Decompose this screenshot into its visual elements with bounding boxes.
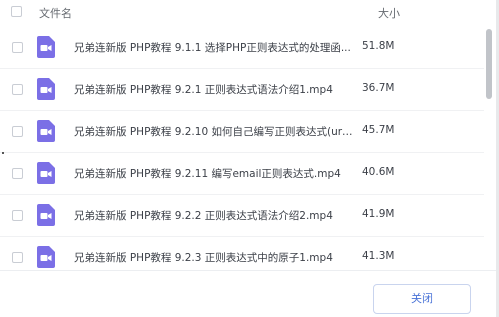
file-name: 兄弟连新版 PHP教程 9.2.3 正则表达式中的原子1.mp4 bbox=[74, 252, 333, 264]
file-row-checkbox[interactable] bbox=[12, 210, 23, 221]
file-row[interactable]: 兄弟连新版 PHP教程 9.2.1 正则表达式语法介绍1.mp4 36.7M bbox=[0, 70, 484, 111]
list-header: 文件名 大小 bbox=[0, 0, 484, 28]
close-button[interactable]: 关闭 bbox=[373, 284, 471, 314]
video-file-icon bbox=[37, 36, 55, 58]
video-file-icon bbox=[37, 78, 55, 100]
file-list-dialog: 文件名 大小 兄弟连新版 PHP教程 9.1.1 选择PHP正则表达式的处理函.… bbox=[0, 0, 499, 317]
stray-dot bbox=[2, 152, 4, 154]
file-row-checkbox[interactable] bbox=[12, 252, 23, 263]
vertical-scrollbar[interactable] bbox=[486, 0, 492, 270]
column-header-size: 大小 bbox=[378, 7, 400, 20]
file-row[interactable]: 兄弟连新版 PHP教程 9.2.11 编写email正则表达式.mp4 40.6… bbox=[0, 154, 484, 195]
file-size: 45.7M bbox=[362, 124, 395, 136]
file-size: 40.6M bbox=[362, 166, 395, 178]
file-row-checkbox[interactable] bbox=[12, 168, 23, 179]
file-row-checkbox[interactable] bbox=[12, 84, 23, 95]
file-row-checkbox[interactable] bbox=[12, 126, 23, 137]
file-name: 兄弟连新版 PHP教程 9.2.1 正则表达式语法介绍1.mp4 bbox=[74, 84, 333, 96]
file-row-checkbox[interactable] bbox=[12, 42, 23, 53]
file-list: 文件名 大小 兄弟连新版 PHP教程 9.1.1 选择PHP正则表达式的处理函.… bbox=[0, 0, 484, 270]
file-name: 兄弟连新版 PHP教程 9.1.1 选择PHP正则表达式的处理函... bbox=[74, 42, 351, 54]
file-name: 兄弟连新版 PHP教程 9.2.10 如何自己编写正则表达式(url... bbox=[74, 126, 354, 138]
file-name: 兄弟连新版 PHP教程 9.2.11 编写email正则表达式.mp4 bbox=[74, 168, 341, 180]
video-file-icon bbox=[37, 204, 55, 226]
file-size: 36.7M bbox=[362, 82, 395, 94]
file-size: 41.3M bbox=[362, 250, 395, 262]
dialog-footer: 关闭 bbox=[0, 270, 496, 317]
file-size: 51.8M bbox=[362, 40, 395, 52]
file-row[interactable]: 兄弟连新版 PHP教程 9.1.1 选择PHP正则表达式的处理函... 51.8… bbox=[0, 28, 484, 69]
file-row[interactable]: 兄弟连新版 PHP教程 9.2.10 如何自己编写正则表达式(url... 45… bbox=[0, 112, 484, 153]
file-name: 兄弟连新版 PHP教程 9.2.2 正则表达式语法介绍2.mp4 bbox=[74, 210, 333, 222]
video-file-icon bbox=[37, 246, 55, 268]
scrollbar-thumb[interactable] bbox=[486, 29, 492, 99]
file-row[interactable]: 兄弟连新版 PHP教程 9.2.3 正则表达式中的原子1.mp4 41.3M bbox=[0, 238, 484, 270]
column-header-name: 文件名 bbox=[39, 7, 72, 20]
file-row[interactable]: 兄弟连新版 PHP教程 9.2.2 正则表达式语法介绍2.mp4 41.9M bbox=[0, 196, 484, 237]
video-file-icon bbox=[37, 162, 55, 184]
file-size: 41.9M bbox=[362, 208, 395, 220]
select-all-checkbox[interactable] bbox=[11, 6, 22, 17]
video-file-icon bbox=[37, 120, 55, 142]
